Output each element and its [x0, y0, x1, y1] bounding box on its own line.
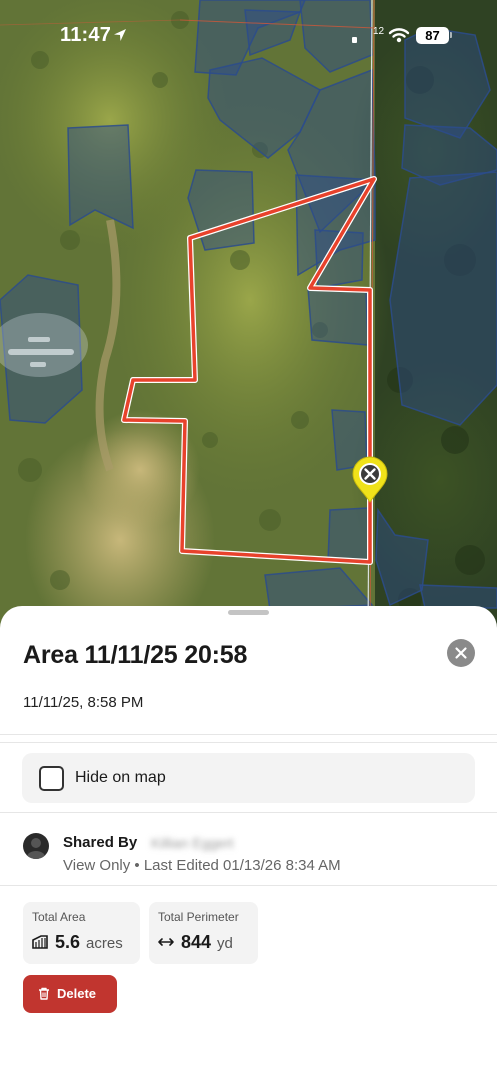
shared-by-name: Killian Eggert [151, 835, 234, 851]
shared-by-label: Shared By [63, 834, 138, 851]
total-area-unit: acres [86, 935, 123, 952]
trash-icon [39, 987, 49, 1000]
area-detail-sheet: Area 11/11/25 20:58 11/11/25, 8:58 PM Hi… [0, 606, 497, 1080]
perimeter-arrows-icon [158, 938, 174, 946]
sheet-grabber[interactable] [228, 610, 269, 615]
total-area-value: 5.6 [55, 932, 81, 952]
total-area-label: Total Area [32, 910, 86, 924]
user-avatar-icon [27, 838, 45, 859]
battery-nub [450, 32, 452, 38]
signal-label: 12 [373, 26, 385, 37]
total-perimeter-value: 844 [181, 932, 212, 952]
satellite-map[interactable] [0, 0, 497, 640]
area-date: 11/11/25, 8:58 PM [23, 694, 144, 711]
divider [0, 742, 497, 743]
status-bar: 11:47 12 87 [0, 0, 497, 70]
divider [0, 812, 497, 813]
hide-on-map-row[interactable]: Hide on map [22, 753, 475, 803]
divider [0, 885, 497, 886]
shared-meta: View Only • Last Edited 01/13/26 8:34 AM [63, 857, 341, 874]
close-button[interactable] [447, 639, 475, 667]
signal-icon [352, 37, 357, 43]
hide-on-map-label: Hide on map [75, 769, 166, 786]
total-perimeter-card: Total Perimeter 844 yd [149, 902, 258, 964]
avatar [23, 833, 49, 859]
close-icon [455, 647, 467, 659]
area-icon [32, 935, 48, 949]
delete-label: Delete [57, 986, 97, 1001]
divider [0, 734, 497, 735]
area-title: Area 11/11/25 20:58 [23, 641, 248, 669]
map-view[interactable] [0, 0, 497, 640]
wifi-icon [388, 28, 410, 43]
hide-on-map-checkbox[interactable] [39, 766, 64, 791]
total-perimeter-unit: yd [217, 935, 233, 952]
location-arrow-icon [114, 29, 126, 41]
delete-button[interactable]: Delete [23, 975, 117, 1013]
battery-icon: 87 [416, 27, 449, 44]
total-area-card: Total Area 5.6 acres [23, 902, 140, 964]
status-time: 11:47 [60, 24, 112, 46]
total-perimeter-label: Total Perimeter [158, 910, 239, 924]
